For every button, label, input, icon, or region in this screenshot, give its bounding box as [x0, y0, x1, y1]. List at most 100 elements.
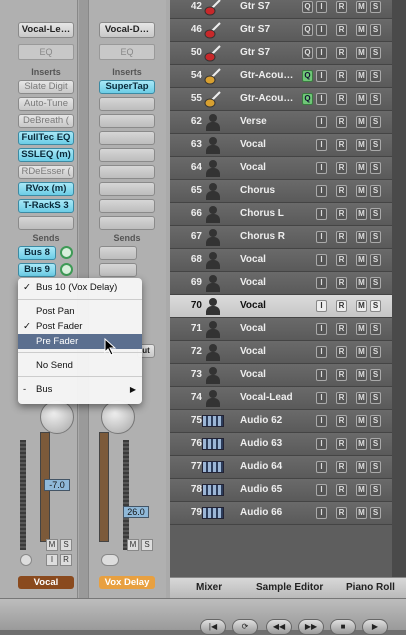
- input-monitor-button[interactable]: I: [316, 162, 327, 174]
- track-name[interactable]: Chorus L: [240, 208, 304, 219]
- quantize-lock-button[interactable]: Q: [302, 47, 313, 59]
- solo-button[interactable]: S: [370, 484, 381, 496]
- record-enable-button[interactable]: R: [336, 162, 347, 174]
- mute-button[interactable]: M: [356, 392, 367, 404]
- tab-mixer[interactable]: Mixer: [196, 582, 222, 593]
- input-monitor-button[interactable]: I: [316, 369, 327, 381]
- input-monitor-button[interactable]: I: [316, 507, 327, 519]
- solo-button[interactable]: S: [370, 277, 381, 289]
- input-monitor-button[interactable]: I: [316, 139, 327, 151]
- output-slot[interactable]: Vocal-D…: [99, 22, 155, 38]
- record-enable-button[interactable]: R: [60, 554, 72, 566]
- input-monitor-button[interactable]: I: [316, 93, 327, 105]
- solo-button[interactable]: S: [370, 415, 381, 427]
- track-row[interactable]: 54 Gtr-Acou… Q I R M S: [170, 65, 392, 88]
- mute-button[interactable]: M: [356, 277, 367, 289]
- vertical-scrollbar[interactable]: [392, 0, 406, 577]
- solo-button[interactable]: S: [370, 93, 381, 105]
- tab-sample-editor[interactable]: Sample Editor: [256, 582, 323, 593]
- send-slot-empty[interactable]: [99, 263, 137, 277]
- record-enable-button[interactable]: R: [336, 139, 347, 151]
- track-row[interactable]: 74 Vocal-Lead I R M S: [170, 387, 392, 410]
- menu-item-pre-fader[interactable]: Pre Fader: [18, 334, 142, 349]
- track-row[interactable]: 72 Vocal I R M S: [170, 341, 392, 364]
- track-name[interactable]: Gtr-Acou…: [240, 93, 304, 104]
- input-monitor-button[interactable]: I: [316, 47, 327, 59]
- input-monitor-button[interactable]: I: [316, 484, 327, 496]
- mute-button[interactable]: M: [356, 93, 367, 105]
- mute-button[interactable]: M: [356, 1, 367, 13]
- input-monitor-button[interactable]: I: [316, 24, 327, 36]
- track-name[interactable]: Vocal: [240, 300, 304, 311]
- record-enable-button[interactable]: R: [336, 116, 347, 128]
- input-monitor-button[interactable]: I: [316, 1, 327, 13]
- track-row[interactable]: 64 Vocal I R M S: [170, 157, 392, 180]
- track-row[interactable]: 66 Chorus L IRMS: [170, 203, 392, 226]
- send-slot-empty[interactable]: [99, 246, 137, 260]
- solo-button[interactable]: S: [370, 139, 381, 151]
- record-enable-button[interactable]: R: [336, 24, 347, 36]
- fast-forward-icon[interactable]: ▶▶: [298, 619, 324, 635]
- mute-button[interactable]: M: [356, 47, 367, 59]
- insert-slot-empty[interactable]: [99, 216, 155, 230]
- solo-button[interactable]: S: [370, 369, 381, 381]
- mute-button[interactable]: M: [356, 369, 367, 381]
- insert-slot-empty[interactable]: [99, 131, 155, 145]
- input-monitor-button[interactable]: I: [316, 438, 327, 450]
- record-enable-button[interactable]: R: [336, 415, 347, 427]
- record-enable-button[interactable]: R: [336, 507, 347, 519]
- track-row[interactable]: 77 Audio 64 I R M S: [170, 456, 392, 479]
- track-name[interactable]: Verse: [240, 116, 304, 127]
- track-row[interactable]: 67 Chorus R IRMS: [170, 226, 392, 249]
- quantize-lock-button[interactable]: Q: [302, 70, 313, 82]
- record-enable-button[interactable]: R: [336, 438, 347, 450]
- mute-button[interactable]: M: [356, 346, 367, 358]
- input-monitor-button[interactable]: I: [316, 70, 327, 82]
- record-enable-button[interactable]: R: [336, 369, 347, 381]
- track-name[interactable]: Gtr-Acou…: [240, 70, 304, 81]
- track-row[interactable]: 46 Gtr S7 Q I R M S: [170, 19, 392, 42]
- insert-slot-empty[interactable]: [99, 199, 155, 213]
- solo-button[interactable]: S: [370, 70, 381, 82]
- stop-icon[interactable]: ■: [330, 619, 356, 635]
- track-row[interactable]: 79 Audio 66 I R M S: [170, 502, 392, 525]
- mute-button[interactable]: M: [356, 484, 367, 496]
- mute-button[interactable]: M: [356, 185, 367, 197]
- insert-slot-empty[interactable]: [99, 182, 155, 196]
- insert-slot[interactable]: Slate Digit: [18, 80, 74, 94]
- record-enable-button[interactable]: R: [336, 70, 347, 82]
- record-enable-button[interactable]: R: [336, 231, 347, 243]
- channel-name[interactable]: Vox Delay: [99, 576, 155, 589]
- mute-button[interactable]: M: [356, 24, 367, 36]
- input-monitor-button[interactable]: I: [316, 461, 327, 473]
- track-name[interactable]: Vocal: [240, 346, 304, 357]
- input-monitor-button[interactable]: I: [316, 415, 327, 427]
- input-monitor-button[interactable]: I: [316, 300, 327, 312]
- input-monitor-button[interactable]: I: [316, 116, 327, 128]
- solo-button[interactable]: S: [370, 162, 381, 174]
- record-enable-button[interactable]: R: [336, 461, 347, 473]
- play-icon[interactable]: ▶: [362, 619, 388, 635]
- mute-button[interactable]: M: [356, 507, 367, 519]
- track-name[interactable]: Vocal: [240, 254, 304, 265]
- track-name[interactable]: Chorus R: [240, 231, 304, 242]
- track-row[interactable]: 78 Audio 65 I R M S: [170, 479, 392, 502]
- insert-slot[interactable]: DeBreath (: [18, 114, 74, 128]
- mute-button[interactable]: M: [356, 323, 367, 335]
- track-name[interactable]: Gtr S7: [240, 1, 304, 12]
- insert-slot-empty[interactable]: [99, 114, 155, 128]
- mute-button[interactable]: M: [127, 539, 139, 551]
- mute-button[interactable]: M: [356, 438, 367, 450]
- track-row[interactable]: 71 Vocal I R M S: [170, 318, 392, 341]
- track-row[interactable]: 70 Vocal I R M S: [170, 295, 392, 318]
- cycle-icon[interactable]: ⟳: [232, 619, 258, 635]
- eq-display[interactable]: EQ: [18, 44, 74, 60]
- menu-item-bus[interactable]: - Bus ▶: [18, 382, 142, 397]
- track-row[interactable]: 42 Gtr S7 Q I R M S: [170, 0, 392, 19]
- track-name[interactable]: Audio 66: [240, 507, 304, 518]
- solo-button[interactable]: S: [370, 116, 381, 128]
- track-name[interactable]: Gtr S7: [240, 47, 304, 58]
- solo-button[interactable]: S: [370, 323, 381, 335]
- track-name[interactable]: Audio 62: [240, 415, 304, 426]
- mute-button[interactable]: M: [356, 70, 367, 82]
